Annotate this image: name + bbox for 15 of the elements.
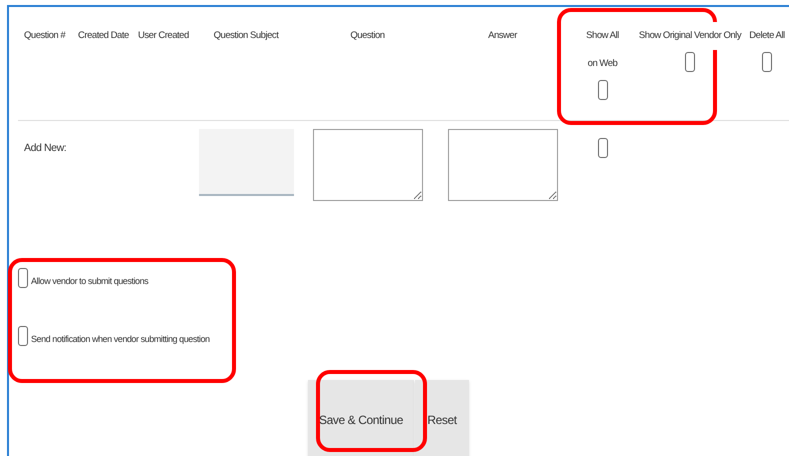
option-label: Allow vendor to submit questions: [31, 274, 148, 288]
option-label: Send notification when vendor submitting question: [31, 332, 210, 346]
answer-field[interactable]: [448, 129, 558, 201]
subject-field[interactable]: [198, 129, 294, 196]
checkbox[interactable]: [598, 80, 608, 100]
row-label: Add New:: [24, 142, 66, 154]
question-field[interactable]: [312, 129, 422, 201]
checkbox[interactable]: [18, 326, 28, 346]
checkbox[interactable]: [685, 52, 695, 72]
checkbox[interactable]: [18, 268, 28, 288]
checkbox[interactable]: [762, 52, 772, 72]
column-header: Show Original Vendor Only: [638, 22, 742, 50]
save-button[interactable]: Save & Continue: [308, 380, 414, 456]
checkbox[interactable]: [598, 138, 608, 158]
reset-button[interactable]: Reset: [415, 380, 469, 456]
